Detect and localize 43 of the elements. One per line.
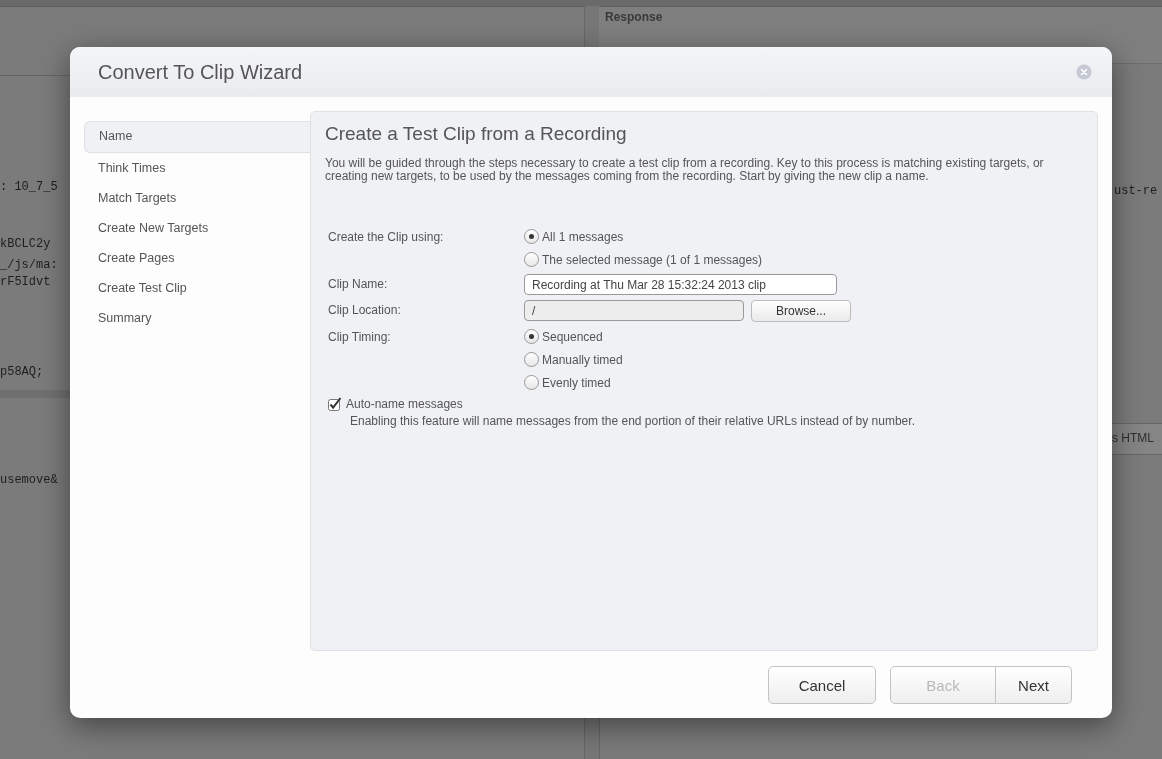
code-text: ust-re: [1114, 184, 1158, 198]
field-label: Clip Name:: [328, 276, 389, 291]
splitter-bar[interactable]: [0, 390, 70, 398]
wizard-step[interactable]: Create New Targets: [84, 213, 310, 243]
radio-button[interactable]: [524, 329, 539, 344]
code-text: usemove&: [0, 473, 58, 487]
radio-button[interactable]: [524, 375, 539, 390]
radio-label: Manually timed: [542, 352, 623, 367]
radio-label: All 1 messages: [542, 229, 624, 244]
footer-button[interactable]: Next: [996, 666, 1072, 704]
radio-label: The selected message (1 of 1 messages): [542, 252, 763, 267]
code-text: p58AQ;: [0, 365, 45, 379]
panel-title: Response: [605, 10, 663, 24]
radio-label: Evenly timed: [542, 375, 611, 390]
field-label: Clip Timing:: [328, 329, 392, 344]
clip-location-field[interactable]: /: [524, 300, 744, 321]
page-heading: Create a Test Clip from a Recording: [325, 123, 628, 145]
close-icon[interactable]: [1076, 64, 1092, 80]
clip-name-field[interactable]: Recording at Thu Mar 28 15:32:24 2013 clip: [524, 274, 837, 295]
dialog-title: Convert To Clip Wizard: [98, 60, 303, 84]
footer-button[interactable]: Cancel: [768, 666, 876, 704]
code-text: kBCLC2y: [0, 237, 51, 251]
radio-label: Sequenced: [542, 329, 603, 344]
field-label: Clip Location:: [328, 302, 402, 317]
field-label: Create the Clip using:: [328, 229, 445, 244]
checkbox[interactable]: [328, 397, 342, 411]
option-description: Enabling this feature will name messages from the end portion of their relative URLs instead of by number.: [349, 414, 916, 428]
wizard-step[interactable]: Summary: [84, 303, 310, 333]
wizard-step[interactable]: Think Times: [84, 153, 310, 183]
wizard-step[interactable]: Create Test Clip: [84, 273, 310, 303]
description: You will be guided through the steps necessary to create a test clip from a recording. Key to this process is matching existing targets, or creating new targets, to be used by the messages coming from the recording. Start by giving the new clip a name.: [325, 157, 1045, 183]
wizard-step[interactable]: Name: [84, 121, 310, 153]
tab[interactable]: s HTML: [1112, 431, 1154, 445]
code-text: rF5Idvt: [0, 275, 51, 289]
radio-button[interactable]: [524, 229, 539, 244]
radio-button[interactable]: [524, 252, 539, 267]
wizard-step[interactable]: Create Pages: [84, 243, 310, 273]
checkbox-label: Auto-name messages: [346, 397, 463, 411]
code-text: _/js/ma:: [0, 258, 58, 272]
code-text: : 10_7_5: [0, 180, 58, 194]
browse-button[interactable]: Browse...: [751, 300, 851, 322]
wizard-step[interactable]: Match Targets: [84, 183, 310, 213]
radio-button[interactable]: [524, 352, 539, 367]
